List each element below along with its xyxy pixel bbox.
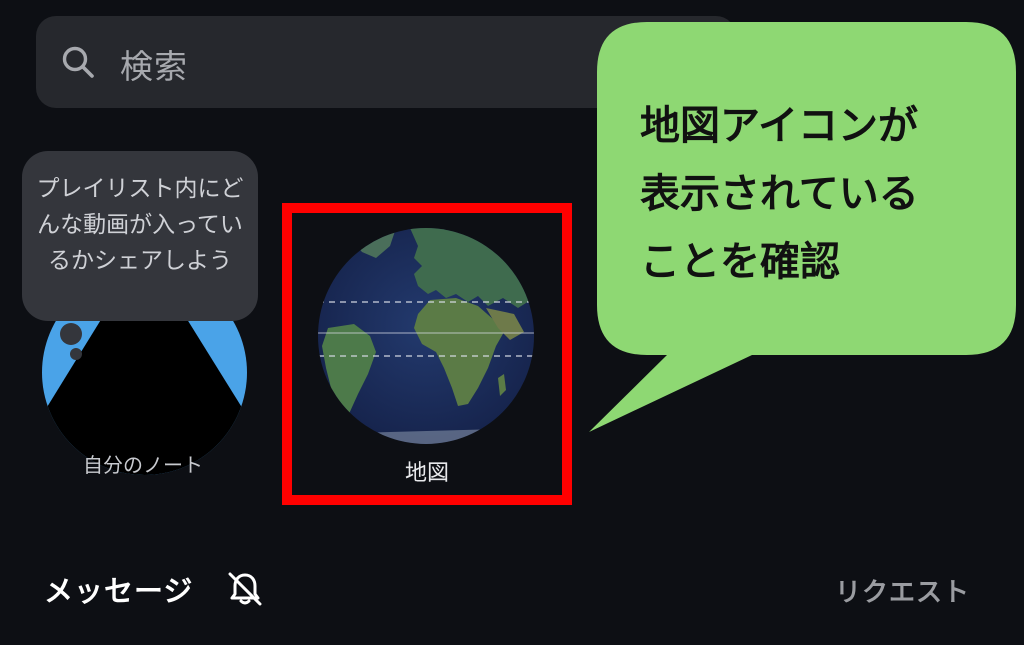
- search-placeholder[interactable]: 検索: [120, 40, 188, 88]
- search-icon: [62, 46, 94, 78]
- tooltip-tail-dot-small: [70, 348, 82, 360]
- my-note[interactable]: プレイリスト内にどんな動画が入っているかシェアしよう 自分のノート: [18, 145, 268, 485]
- my-note-label: 自分のノート: [83, 453, 203, 477]
- bell-off-icon[interactable]: [226, 570, 264, 608]
- messages-title: メッセージ: [44, 574, 194, 608]
- callout-text: 地図アイコンが 表示されている ことを確認: [640, 103, 919, 285]
- map-icon-highlight-box: [282, 203, 572, 505]
- note-tooltip-text: プレイリスト内にどんな動画が入っているかシェアしよう: [36, 176, 244, 274]
- requests-link[interactable]: リクエスト: [835, 572, 970, 609]
- tooltip-tail-dot: [60, 323, 82, 345]
- note-tooltip-bubble[interactable]: プレイリスト内にどんな動画が入っているかシェアしよう: [22, 151, 258, 321]
- app-screen: 検索 プレイリスト内にどんな動画が入っているかシェアしよう 自分のノート 地図 …: [0, 0, 1024, 645]
